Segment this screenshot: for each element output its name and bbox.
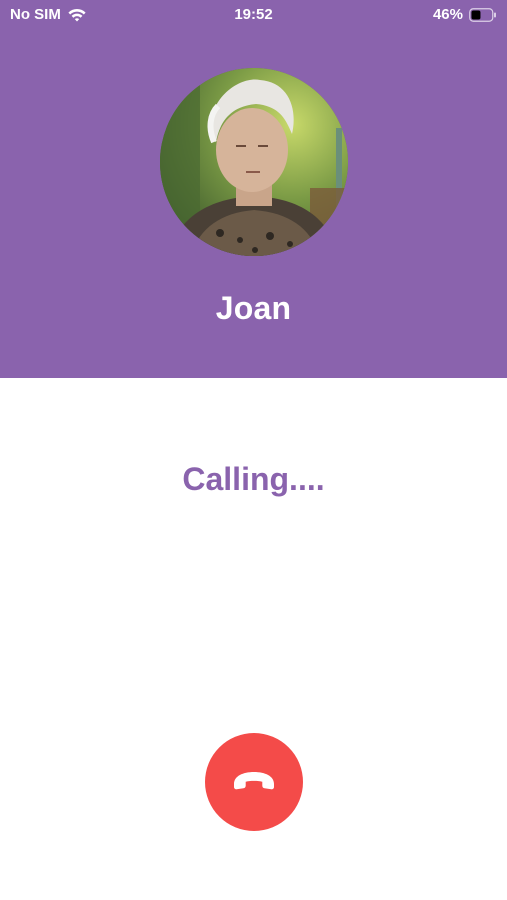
end-call-button[interactable] xyxy=(205,733,303,831)
status-right: 46% xyxy=(433,6,497,23)
battery-fill xyxy=(471,10,481,19)
contact-photo xyxy=(160,68,348,256)
call-status-text: Calling.... xyxy=(182,461,325,497)
battery-percent: 46% xyxy=(432,6,463,23)
phone-hangup-icon xyxy=(231,770,277,795)
contact-name: Joan xyxy=(215,290,292,326)
clock: 19:52 xyxy=(234,6,273,23)
battery-icon xyxy=(469,7,497,22)
call-screen: No SIM 19:52 46% Joan Calling.... xyxy=(0,0,507,900)
status-bar: No SIM 19:52 46% xyxy=(0,0,507,30)
caller-header: No SIM 19:52 46% Joan xyxy=(0,0,507,378)
